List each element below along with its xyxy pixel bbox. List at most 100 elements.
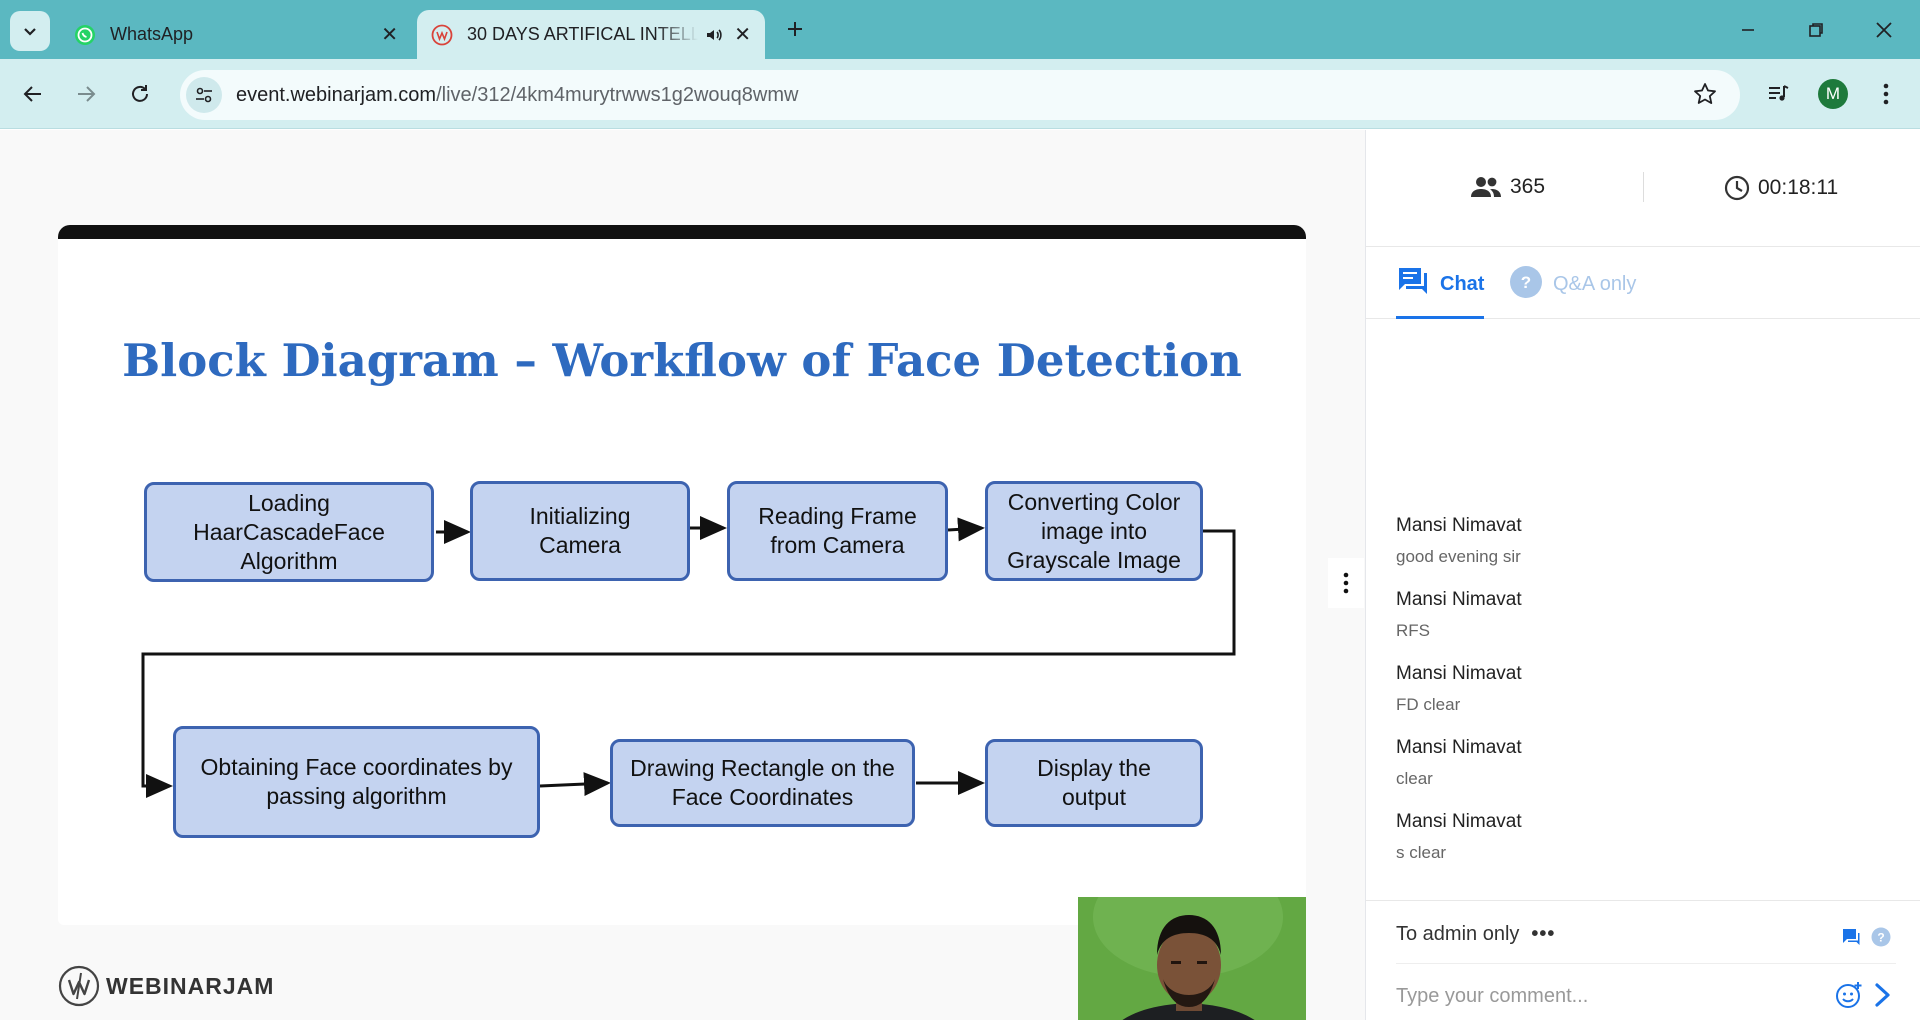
elapsed-time-value: 00:18:11	[1758, 176, 1839, 199]
tab-title: WhatsApp	[110, 24, 194, 44]
browser-tab-bar: WhatsApp ✕ 30 DAYS ARTIFICAL INTELLIGENC…	[0, 0, 1920, 59]
chat-icon	[1399, 268, 1427, 294]
back-button[interactable]	[15, 76, 51, 112]
message-text: clear	[1396, 769, 1433, 788]
whatsapp-icon	[75, 24, 95, 45]
chat-message: Mansi Nimavat s clear	[1396, 811, 1896, 885]
speaker-icon[interactable]	[704, 25, 724, 45]
presenter-webcam	[1078, 897, 1306, 1020]
emoji-add-icon[interactable]	[1835, 981, 1863, 1009]
panel-tabs: Chat ? Q&A only	[1366, 247, 1920, 319]
attendee-count: 365	[1470, 175, 1545, 199]
webinarjam-favicon-icon	[431, 24, 453, 45]
close-tab-icon[interactable]: ✕	[381, 22, 398, 47]
composer-divider	[1396, 963, 1896, 964]
message-text: RFS	[1396, 621, 1430, 640]
comment-composer: To admin only ••• ?	[1366, 900, 1920, 1020]
chat-messages: Mansi Nimavat good evening sir Mansi Nim…	[1396, 515, 1896, 885]
elapsed-time: 00:18:11	[1724, 175, 1838, 201]
more-horiz-icon[interactable]: •••	[1531, 923, 1555, 946]
step-read-frame: Reading Frame from Camera	[727, 481, 948, 581]
bookmark-star-icon[interactable]	[1692, 81, 1718, 112]
question-icon: ?	[1510, 266, 1542, 298]
svg-text:?: ?	[1521, 273, 1531, 292]
restore-icon	[1809, 23, 1823, 37]
tab-title: 30 DAYS ARTIFICAL INTELLIGENCE	[467, 24, 699, 44]
minimize-button[interactable]	[1730, 12, 1766, 48]
tab-whatsapp[interactable]: WhatsApp ✕	[60, 10, 412, 59]
url-text: event.webinarjam.com/live/312/4km4murytr…	[236, 84, 798, 107]
step-load-algorithm: Loading HaarCascadeFace Algorithm	[144, 482, 434, 582]
close-window-button[interactable]	[1866, 12, 1902, 48]
forward-button[interactable]	[68, 76, 104, 112]
more-vert-icon	[1883, 83, 1889, 105]
session-stats: 365 00:18:11	[1366, 130, 1920, 247]
presenter-video-icon	[1078, 897, 1306, 1020]
qa-mode-icon[interactable]: ?	[1871, 927, 1891, 947]
step-face-coords: Obtaining Face coordinates by passing al…	[173, 726, 540, 838]
composer-mode-icons: ?	[1841, 927, 1891, 947]
minimize-icon	[1742, 29, 1754, 31]
message-author: Mansi Nimavat	[1396, 663, 1522, 684]
panel-options-button[interactable]	[1328, 558, 1364, 608]
svg-text:?: ?	[1877, 931, 1884, 945]
arrow-left-icon	[23, 86, 41, 102]
reload-icon	[132, 85, 148, 102]
tab-chat-label: Chat	[1440, 273, 1485, 295]
tab-chat[interactable]: Chat	[1396, 265, 1485, 319]
people-icon	[1471, 177, 1501, 197]
step-display-output: Display the output	[985, 739, 1203, 827]
chat-message: Mansi Nimavat clear	[1396, 737, 1896, 811]
slide: Block Diagram – Workflow of Face Detecti…	[58, 225, 1306, 925]
media-control-button[interactable]	[1760, 76, 1796, 112]
url-path: /live/312/4km4murytrwws1g2wouq8wmw	[436, 83, 799, 106]
webinarjam-logo: WEBINARJAM	[58, 965, 274, 1007]
recipient-label: To admin only	[1396, 923, 1520, 945]
site-info-button[interactable]	[186, 77, 222, 113]
address-bar[interactable]: event.webinarjam.com/live/312/4km4murytr…	[180, 70, 1740, 120]
recipient-selector[interactable]: To admin only •••	[1396, 923, 1555, 946]
step-grayscale: Converting Color image into Grayscale Im…	[985, 481, 1203, 581]
send-arrow-icon[interactable]	[1873, 982, 1893, 1008]
chat-panel: 365 00:18:11 Chat ? Q&A only Mansi Nimav…	[1365, 130, 1920, 1020]
tab-qa-only[interactable]: ? Q&A only	[1509, 265, 1636, 319]
logo-text: WEBINARJAM	[106, 972, 275, 999]
chat-message: Mansi Nimavat RFS	[1396, 589, 1896, 663]
url-host: event.webinarjam.com	[236, 83, 437, 106]
browser-menu-button[interactable]	[1868, 76, 1904, 112]
restore-button[interactable]	[1798, 12, 1834, 48]
tab-search-button[interactable]	[10, 11, 50, 51]
composer-actions	[1835, 981, 1893, 1009]
step-init-camera: Initializing Camera	[470, 481, 690, 581]
tune-icon	[196, 87, 212, 103]
message-text: s clear	[1396, 843, 1447, 862]
close-tab-icon[interactable]: ✕	[734, 22, 751, 47]
message-author: Mansi Nimavat	[1396, 811, 1522, 832]
chat-message: Mansi Nimavat FD clear	[1396, 663, 1896, 737]
message-author: Mansi Nimavat	[1396, 589, 1522, 610]
message-text: good evening sir	[1396, 547, 1521, 566]
arrow-right-icon	[78, 86, 96, 102]
arrow-5-6	[539, 772, 611, 797]
more-vert-icon	[1343, 572, 1349, 594]
close-icon	[1876, 22, 1892, 38]
message-text: FD clear	[1396, 695, 1461, 714]
step-draw-rectangle: Drawing Rectangle on the Face Coordinate…	[610, 739, 915, 827]
tab-webinar[interactable]: 30 DAYS ARTIFICAL INTELLIGENCE ✕	[417, 10, 765, 59]
new-tab-button[interactable]	[780, 14, 810, 44]
attendee-count-value: 365	[1510, 175, 1546, 198]
playlist-music-icon	[1769, 85, 1789, 101]
plus-icon	[788, 22, 802, 36]
chat-mode-icon[interactable]	[1841, 927, 1861, 947]
chevron-down-icon	[24, 28, 36, 36]
arrow-3-4	[947, 517, 985, 542]
profile-avatar[interactable]: M	[1818, 79, 1848, 109]
comment-input[interactable]	[1396, 976, 1816, 1016]
reload-button[interactable]	[122, 76, 158, 112]
tab-qa-label: Q&A only	[1553, 273, 1637, 295]
chat-message: Mansi Nimavat good evening sir	[1396, 515, 1896, 589]
clock-icon	[1724, 175, 1750, 201]
message-author: Mansi Nimavat	[1396, 515, 1522, 536]
message-author: Mansi Nimavat	[1396, 737, 1522, 758]
stats-divider	[1643, 172, 1644, 202]
